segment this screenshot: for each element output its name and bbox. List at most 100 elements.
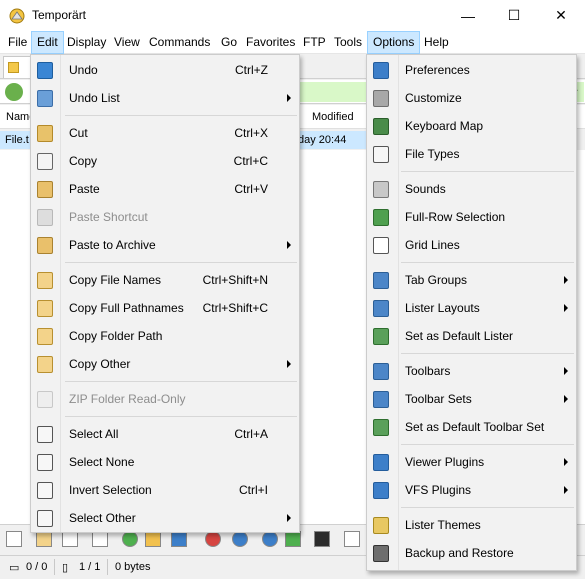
- preferences-icon: [373, 62, 389, 79]
- submenu-arrow-icon: [564, 367, 568, 375]
- menu-item-vfs-plugins[interactable]: VFS Plugins: [367, 476, 576, 504]
- toolbar-swap-icon[interactable]: [145, 531, 161, 547]
- menu-item-select-other[interactable]: Select Other: [31, 504, 299, 532]
- menu-item-copy-full-pathnames[interactable]: Copy Full Pathnames Ctrl+Shift+C: [31, 294, 299, 322]
- menu-item-zip-folder-read-only[interactable]: ZIP Folder Read-Only: [31, 385, 299, 413]
- file-row-name[interactable]: File.t: [0, 131, 30, 149]
- menu-item-tab-groups[interactable]: Tab Groups: [367, 266, 576, 294]
- menu-item-file-types[interactable]: File Types: [367, 140, 576, 168]
- undo-icon: [37, 62, 53, 79]
- menu-item-label: Lister Themes: [405, 518, 481, 532]
- file-types-icon: [373, 146, 389, 163]
- menu-item-lister-themes[interactable]: Lister Themes: [367, 511, 576, 539]
- menu-item-copy-file-names[interactable]: Copy File Names Ctrl+Shift+N: [31, 266, 299, 294]
- toolbar-delete-icon[interactable]: [205, 531, 221, 547]
- maximize-button[interactable]: ☐: [491, 0, 537, 31]
- menu-item-viewer-plugins[interactable]: Viewer Plugins: [367, 448, 576, 476]
- menu-item-copy[interactable]: Copy Ctrl+C: [31, 147, 299, 175]
- menu-separator: [401, 171, 574, 172]
- default-lister-icon: [373, 328, 389, 345]
- vfs-plugins-icon: [373, 482, 389, 499]
- menu-item-select-none[interactable]: Select None: [31, 448, 299, 476]
- toolbar-folder-icon[interactable]: [36, 531, 52, 547]
- copy-icon: [37, 153, 53, 170]
- folder-tab[interactable]: Te: [3, 56, 33, 78]
- menu-item-undo-list[interactable]: Undo List: [31, 84, 299, 112]
- menu-view[interactable]: View: [109, 31, 145, 54]
- menu-item-label: Undo List: [69, 91, 120, 105]
- back-arrow-icon[interactable]: [5, 83, 23, 101]
- menu-display[interactable]: Display: [62, 31, 111, 54]
- submenu-arrow-icon: [287, 360, 291, 368]
- menu-item-label: Paste: [69, 182, 100, 196]
- lister-layouts-icon: [373, 300, 389, 317]
- menu-item-paste-shortcut[interactable]: Paste Shortcut: [31, 203, 299, 231]
- toolbar-layout-icon[interactable]: [344, 531, 360, 547]
- menu-item-full-row-selection[interactable]: Full-Row Selection: [367, 203, 576, 231]
- menu-file[interactable]: File: [3, 31, 32, 54]
- toolbar-terminal-icon[interactable]: [314, 531, 330, 547]
- menu-item-customize[interactable]: Customize: [367, 84, 576, 112]
- menu-tools[interactable]: Tools: [329, 31, 367, 54]
- minimize-button[interactable]: —: [445, 0, 491, 31]
- menu-item-lister-layouts[interactable]: Lister Layouts: [367, 294, 576, 322]
- menu-item-toolbar-sets[interactable]: Toolbar Sets: [367, 385, 576, 413]
- menu-separator: [401, 353, 574, 354]
- select-all-icon: [37, 426, 53, 443]
- menu-item-set-default-lister[interactable]: Set as Default Lister: [367, 322, 576, 350]
- menu-item-select-all[interactable]: Select All Ctrl+A: [31, 420, 299, 448]
- menu-item-preferences[interactable]: Preferences: [367, 56, 576, 84]
- menu-item-cut[interactable]: Cut Ctrl+X: [31, 119, 299, 147]
- toolbar-add-icon[interactable]: [122, 531, 138, 547]
- menu-item-label: Paste to Archive: [69, 238, 156, 252]
- menu-item-copy-other[interactable]: Copy Other: [31, 350, 299, 378]
- menu-help[interactable]: Help: [419, 31, 454, 54]
- toolbar-monitor-icon[interactable]: [171, 531, 187, 547]
- column-modified-header[interactable]: Modified: [312, 111, 354, 123]
- menu-item-keyboard-map[interactable]: Keyboard Map: [367, 112, 576, 140]
- close-button[interactable]: ✕: [538, 0, 584, 31]
- menu-ftp[interactable]: FTP: [298, 31, 331, 54]
- menu-separator: [65, 262, 297, 263]
- menu-item-backup-and-restore[interactable]: Backup and Restore: [367, 539, 576, 567]
- menu-item-undo[interactable]: Undo Ctrl+Z: [31, 56, 299, 84]
- title-bar: Temporärt — ☐ ✕: [0, 0, 585, 31]
- status-bytes: 0 bytes: [115, 561, 151, 573]
- menu-options[interactable]: Options: [367, 31, 421, 54]
- toolbar-new-file-icon[interactable]: [6, 531, 22, 547]
- zip-readonly-icon: [37, 391, 53, 408]
- toolbar-copy-icon[interactable]: [62, 531, 78, 547]
- submenu-arrow-icon: [287, 241, 291, 249]
- toolbar-help-icon[interactable]: [285, 531, 301, 547]
- menu-commands[interactable]: Commands: [144, 31, 215, 54]
- status-folder-icon: ▭: [9, 562, 20, 574]
- toolbar-refresh-icon[interactable]: [92, 531, 108, 547]
- menu-item-sounds[interactable]: Sounds: [367, 175, 576, 203]
- menu-item-label: Keyboard Map: [405, 119, 484, 133]
- menu-item-copy-folder-path[interactable]: Copy Folder Path: [31, 322, 299, 350]
- menu-favorites[interactable]: Favorites: [241, 31, 300, 54]
- path-field[interactable]: [296, 82, 368, 102]
- menu-item-label: Select None: [69, 455, 135, 469]
- options-menu: Preferences Customize Keyboard Map File …: [366, 54, 577, 571]
- menu-item-label: Preferences: [405, 63, 470, 77]
- toolbar-undo-icon[interactable]: [232, 531, 248, 547]
- menu-item-invert-selection[interactable]: Invert Selection Ctrl+I: [31, 476, 299, 504]
- menu-item-toolbars[interactable]: Toolbars: [367, 357, 576, 385]
- menu-go[interactable]: Go: [216, 31, 242, 54]
- menu-item-label: Invert Selection: [69, 483, 152, 497]
- menu-item-set-default-toolbar-set[interactable]: Set as Default Toolbar Set: [367, 413, 576, 441]
- submenu-arrow-icon: [564, 486, 568, 494]
- menu-item-label: Toolbar Sets: [405, 392, 472, 406]
- toolbar-info-icon[interactable]: [262, 531, 278, 547]
- menu-item-paste-to-archive[interactable]: Paste to Archive: [31, 231, 299, 259]
- menu-separator: [401, 507, 574, 508]
- menu-edit[interactable]: Edit: [31, 31, 64, 54]
- menu-item-paste[interactable]: Paste Ctrl+V: [31, 175, 299, 203]
- app-logo-icon: [9, 8, 25, 24]
- grid-lines-icon: [373, 237, 389, 254]
- menu-item-grid-lines[interactable]: Grid Lines: [367, 231, 576, 259]
- menu-item-shortcut: Ctrl+V: [234, 182, 268, 196]
- copy-paths-icon: [37, 300, 53, 317]
- file-row-modified[interactable]: day 20:44: [298, 131, 366, 149]
